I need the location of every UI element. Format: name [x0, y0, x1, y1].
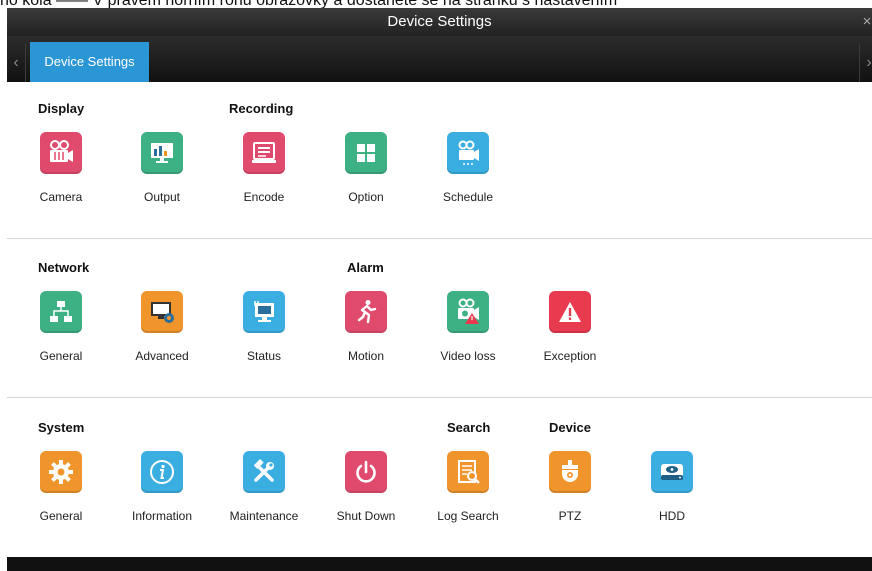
- schedule-camera-icon: [447, 132, 489, 174]
- item-exception-label: Exception: [543, 349, 597, 363]
- monitor-output-icon: [141, 132, 183, 174]
- item-ptz[interactable]: PTZ: [520, 451, 620, 523]
- item-system-general[interactable]: General: [11, 451, 111, 523]
- settings-content: Display Recording Camera Output Encode O…: [7, 82, 872, 557]
- network-advanced-icon: [141, 291, 183, 333]
- item-ptz-label: PTZ: [558, 509, 582, 523]
- info-icon: [141, 451, 183, 493]
- item-hdd-label: HDD: [659, 509, 685, 523]
- tab-scroll-right-icon[interactable]: ›: [859, 44, 872, 82]
- item-advanced-label: Advanced: [135, 349, 189, 363]
- item-log-search[interactable]: Log Search: [418, 451, 518, 523]
- item-system-general-label: General: [39, 509, 83, 523]
- network-status-icon: [243, 291, 285, 333]
- item-option-label: Option: [348, 190, 384, 204]
- item-shut-down[interactable]: Shut Down: [316, 451, 416, 523]
- item-advanced[interactable]: Advanced: [112, 291, 212, 363]
- window-title: Device Settings: [387, 13, 492, 30]
- item-encode[interactable]: Encode: [214, 132, 314, 204]
- ptz-camera-icon: [549, 451, 591, 493]
- item-hdd[interactable]: HDD: [622, 451, 722, 523]
- item-network-general[interactable]: General: [11, 291, 111, 363]
- heading-search: Search: [447, 420, 491, 435]
- section-display-recording: Display Recording Camera Output Encode O…: [7, 82, 872, 238]
- background-caption: ho kola —— V pravém horním rohu obrazovk…: [0, 0, 872, 8]
- device-settings-window: Device Settings × ‹ Device Settings › Di…: [7, 8, 872, 571]
- item-shut-down-label: Shut Down: [336, 509, 396, 523]
- item-output-label: Output: [143, 190, 181, 204]
- tools-icon: [243, 451, 285, 493]
- camera-settings-icon: [40, 132, 82, 174]
- item-network-general-label: General: [39, 349, 83, 363]
- heading-device: Device: [549, 420, 591, 435]
- video-loss-icon: [447, 291, 489, 333]
- grid-option-icon: [345, 132, 387, 174]
- item-information-label: Information: [131, 509, 193, 523]
- gear-icon: [40, 451, 82, 493]
- motion-runner-icon: [345, 291, 387, 333]
- tab-device-settings[interactable]: Device Settings: [30, 42, 149, 82]
- item-maintenance-label: Maintenance: [229, 509, 299, 523]
- item-log-search-label: Log Search: [437, 509, 499, 523]
- bottom-bar: [7, 557, 872, 571]
- tab-scroll-left-icon[interactable]: ‹: [7, 44, 26, 82]
- heading-network: Network: [38, 260, 90, 275]
- network-general-icon: [40, 291, 82, 333]
- title-bar: Device Settings ×: [7, 8, 872, 36]
- item-motion[interactable]: Motion: [316, 291, 416, 363]
- item-motion-label: Motion: [347, 349, 385, 363]
- item-video-loss[interactable]: Video loss: [418, 291, 518, 363]
- hdd-icon: [651, 451, 693, 493]
- heading-system: System: [38, 420, 85, 435]
- item-information[interactable]: Information: [112, 451, 212, 523]
- log-search-icon: [447, 451, 489, 493]
- item-schedule-label: Schedule: [442, 190, 494, 204]
- item-schedule[interactable]: Schedule: [418, 132, 518, 204]
- heading-display: Display: [38, 101, 85, 116]
- item-camera[interactable]: Camera: [11, 132, 111, 204]
- power-icon: [345, 451, 387, 493]
- tab-bar: ‹ Device Settings ›: [7, 36, 872, 82]
- item-maintenance[interactable]: Maintenance: [214, 451, 314, 523]
- encode-icon: [243, 132, 285, 174]
- heading-recording: Recording: [229, 101, 294, 116]
- heading-alarm: Alarm: [347, 260, 384, 275]
- item-video-loss-label: Video loss: [440, 349, 496, 363]
- close-icon[interactable]: ×: [860, 8, 872, 36]
- item-status-label: Status: [246, 349, 282, 363]
- item-encode-label: Encode: [243, 190, 285, 204]
- item-exception[interactable]: Exception: [520, 291, 620, 363]
- item-option[interactable]: Option: [316, 132, 416, 204]
- section-system-search-device: System Search Device General Information: [7, 398, 872, 557]
- section-network-alarm: Network Alarm General Advanced Status Mo…: [7, 239, 872, 397]
- exception-warning-icon: [549, 291, 591, 333]
- item-status[interactable]: Status: [214, 291, 314, 363]
- item-camera-label: Camera: [39, 190, 83, 204]
- item-output[interactable]: Output: [112, 132, 212, 204]
